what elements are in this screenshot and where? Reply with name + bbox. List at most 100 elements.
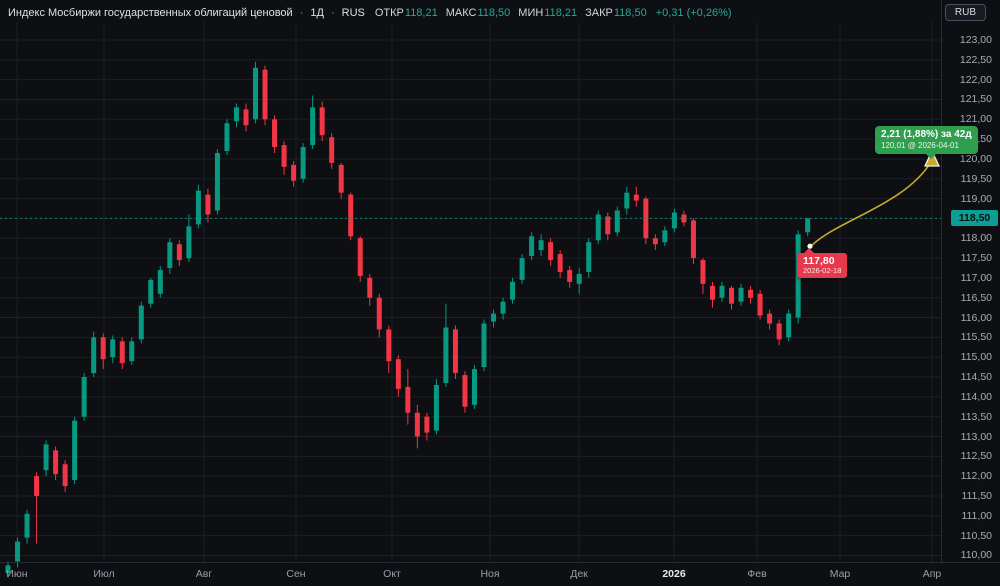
candle-body <box>100 337 106 360</box>
price-tick-label: 113,50 <box>960 410 992 423</box>
time-tick-label-Июл: Июл <box>93 568 115 580</box>
candle-body <box>24 513 30 538</box>
time-tick-label-Окт: Окт <box>383 568 401 580</box>
ohlc-value: 118,21 <box>544 7 578 19</box>
time-tick-label-Апр: Апр <box>922 568 942 580</box>
price-tick-label: 122,00 <box>959 73 992 86</box>
candle-body <box>205 194 211 215</box>
ohlc-value: 118,50 <box>613 7 647 19</box>
ohlc-item: МИН118,21 <box>518 7 577 19</box>
time-tick-label-Июн: Июн <box>6 568 28 580</box>
price-tick-label: 112,50 <box>960 450 992 463</box>
candle-body <box>386 329 392 362</box>
price-tick-label: 120,00 <box>959 152 992 165</box>
candle-body <box>614 210 620 233</box>
candle-body <box>72 420 78 481</box>
projection-arrow-curve[interactable] <box>811 161 932 246</box>
time-axis[interactable]: Июн Июл Авг Сен Окт Ноя Дек 2026 Фев Мар Апр <box>0 562 1000 586</box>
legend-separator: · <box>299 7 304 19</box>
candle-body <box>253 67 259 120</box>
symbol-legend: Индекс Мосбиржи государственных облигаци… <box>8 5 732 21</box>
candle-body <box>15 541 21 562</box>
projection-annotation[interactable]: 2,21 (1,88%) за 42д 120,01 @ 2026-04-01 <box>875 126 978 159</box>
candle-body <box>500 301 506 314</box>
ohlc-item: ЗАКР118,50 <box>585 7 647 19</box>
candle-body <box>662 230 668 243</box>
candle-body <box>452 329 458 374</box>
price-tick-label: 111,00 <box>961 509 992 522</box>
candle-body <box>81 377 87 417</box>
candle-body <box>300 147 306 179</box>
candle-body <box>605 216 611 235</box>
candle-body <box>214 153 220 211</box>
price-tick-label: 110,00 <box>960 549 992 562</box>
candle-body <box>557 254 563 272</box>
candle-body <box>652 238 658 245</box>
candle-body <box>195 190 201 225</box>
ohlc-item: ОТКР118,21 <box>375 7 438 19</box>
price-tick-label: 117,50 <box>960 252 992 265</box>
ohlc-values: ОТКР118,21 МАКС118,50 МИН118,21 ЗАКР118,50 <box>375 7 647 19</box>
ohlc-item: МАКС118,50 <box>446 7 511 19</box>
candle-body <box>519 258 525 280</box>
candle-body <box>424 416 430 433</box>
time-tick-label-Сен: Сен <box>286 568 306 580</box>
price-tick-label: 112,00 <box>960 470 992 483</box>
candle-body <box>529 236 535 257</box>
candle-body <box>138 305 144 340</box>
timeframe-label[interactable]: 1Д <box>310 7 324 19</box>
candle-body <box>433 384 439 431</box>
candle-body <box>690 220 696 259</box>
price-tick-label: 121,00 <box>959 113 992 126</box>
price-tick-label: 114,00 <box>960 390 992 403</box>
candle-body <box>281 145 287 167</box>
candle-body <box>224 123 230 152</box>
candle-body <box>34 476 40 496</box>
candle-body <box>233 107 239 122</box>
candle-body <box>776 323 782 340</box>
candle-body <box>348 194 354 237</box>
candle-body <box>748 289 754 298</box>
point-annotation[interactable]: 117,80 2026-02-18 <box>797 248 848 278</box>
price-tick-label: 122,50 <box>959 53 992 66</box>
candle-body <box>405 386 411 413</box>
ohlc-value: 118,50 <box>477 7 511 19</box>
ohlc-label: МАКС <box>445 7 477 19</box>
legend-separator: · <box>330 7 335 19</box>
ohlc-label: ОТКР <box>374 7 404 19</box>
ohlc-label: ЗАКР <box>585 7 613 19</box>
candle-body <box>443 327 449 383</box>
price-tick-label: 115,50 <box>960 331 992 344</box>
candle-body <box>62 464 68 487</box>
candlestick-chart-canvas[interactable] <box>0 0 1000 586</box>
candle-body <box>272 119 278 148</box>
candle-body <box>395 359 401 389</box>
candle-body <box>757 293 763 316</box>
time-tick-label-Фев: Фев <box>747 568 767 580</box>
candle-body <box>576 273 582 284</box>
candle-body <box>567 269 573 282</box>
candle-body <box>586 242 592 272</box>
candle-body <box>767 313 773 324</box>
symbol-title[interactable]: Индекс Мосбиржи государственных облигаци… <box>8 7 293 19</box>
candle-body <box>186 226 192 259</box>
projection-target-text: 120,01 @ 2026-04-01 <box>881 141 959 150</box>
currency-button[interactable]: RUB <box>944 4 986 21</box>
change-value: +0,31 (+0,26%) <box>655 7 732 19</box>
candle-body <box>738 287 744 302</box>
price-tick-label: 117,00 <box>960 271 992 284</box>
price-tick-label: 114,50 <box>960 371 992 384</box>
candle-body <box>310 107 316 146</box>
candle-body <box>510 281 516 300</box>
candle-body <box>91 337 97 374</box>
candle-body <box>786 313 792 338</box>
price-tick-label: 118,00 <box>960 232 992 245</box>
candle-body <box>319 107 325 136</box>
price-axis[interactable]: 123,00122,50122,00121,50121,00120,50120,… <box>941 0 1000 562</box>
ohlc-label: МИН <box>518 7 544 19</box>
candle-body <box>719 285 725 298</box>
candle-body <box>243 109 249 126</box>
candle-body <box>709 285 715 300</box>
price-tick-label: 110,50 <box>960 529 992 542</box>
candle-body <box>129 341 135 362</box>
